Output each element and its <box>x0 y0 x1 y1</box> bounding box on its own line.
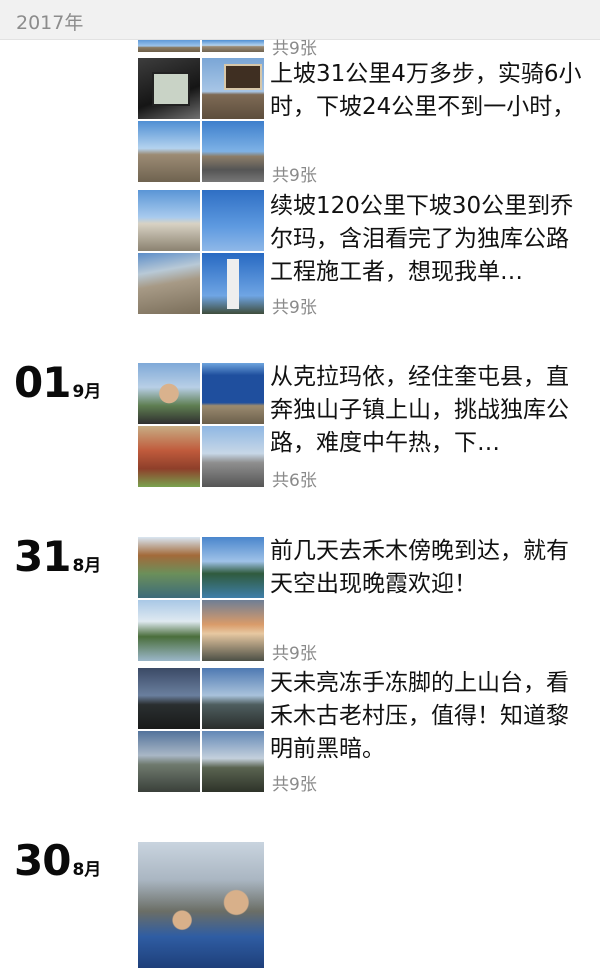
photo-count: 共6张 <box>272 471 317 491</box>
partial-post-count: 共9张 <box>272 39 317 59</box>
post-thumbnails[interactable] <box>138 842 264 968</box>
post-thumbnails[interactable] <box>138 537 264 663</box>
date-day: 01 <box>14 358 71 407</box>
photo-thumbnail[interactable] <box>138 731 200 792</box>
post-text[interactable]: 从克拉玛依，经住奎屯县，直奔独山子镇上山，挑战独库公路，难度中午热，下… <box>270 361 588 460</box>
photo-thumbnail[interactable] <box>138 600 200 661</box>
post-thumbnails[interactable] <box>138 363 264 489</box>
post-text[interactable]: 续坡120公里下坡30公里到乔尔玛，含泪看完了为独库公路工程施工者，想现我单… <box>270 190 588 289</box>
photo-count: 共9张 <box>272 298 317 318</box>
post-thumbnails[interactable] <box>138 668 264 794</box>
partial-photo-1[interactable] <box>138 40 200 52</box>
date-month: 8月 <box>72 860 102 880</box>
photo-thumbnail[interactable] <box>202 537 264 598</box>
date-month: 9月 <box>72 382 102 402</box>
post-date: 30 8月 <box>14 836 101 885</box>
photo-thumbnail[interactable] <box>138 842 264 968</box>
photo-thumbnail[interactable] <box>138 121 200 182</box>
partial-photo-2[interactable] <box>202 40 264 52</box>
date-month: 8月 <box>72 556 102 576</box>
post-date: 31 8月 <box>14 532 101 581</box>
post-text[interactable]: 前几天去禾木傍晚到达，就有天空出现晚霞欢迎！ <box>270 535 588 601</box>
date-day: 31 <box>14 532 71 581</box>
photo-count: 共9张 <box>272 644 317 664</box>
photo-count: 共9张 <box>272 166 317 186</box>
photo-count: 共9张 <box>272 775 317 795</box>
photo-thumbnail[interactable] <box>138 253 200 314</box>
photo-thumbnail[interactable] <box>202 58 264 119</box>
photo-thumbnail[interactable] <box>138 58 200 119</box>
photo-thumbnail[interactable] <box>202 190 264 251</box>
post-text[interactable]: 天未亮冻手冻脚的上山台，看禾木古老村压，值得！知道黎明前黑暗。 <box>270 667 588 766</box>
post-thumbnails[interactable] <box>138 58 264 184</box>
photo-thumbnail[interactable] <box>202 600 264 661</box>
photo-thumbnail[interactable] <box>138 537 200 598</box>
post-text[interactable]: 上坡31公里4万多步，实骑6小时，下坡24公里不到一小时， <box>270 58 588 124</box>
post-thumbnails[interactable] <box>138 190 264 316</box>
photo-thumbnail[interactable] <box>202 426 264 487</box>
photo-thumbnail[interactable] <box>138 190 200 251</box>
date-day: 30 <box>14 836 71 885</box>
post-date: 01 9月 <box>14 358 101 407</box>
photo-thumbnail[interactable] <box>202 731 264 792</box>
photo-thumbnail[interactable] <box>138 668 200 729</box>
photo-thumbnail[interactable] <box>202 121 264 182</box>
photo-thumbnail[interactable] <box>202 253 264 314</box>
photo-thumbnail[interactable] <box>202 363 264 424</box>
year-label: 2017年 <box>16 12 84 34</box>
photo-thumbnail[interactable] <box>138 426 200 487</box>
photo-thumbnail[interactable] <box>202 668 264 729</box>
photo-thumbnail[interactable] <box>138 363 200 424</box>
